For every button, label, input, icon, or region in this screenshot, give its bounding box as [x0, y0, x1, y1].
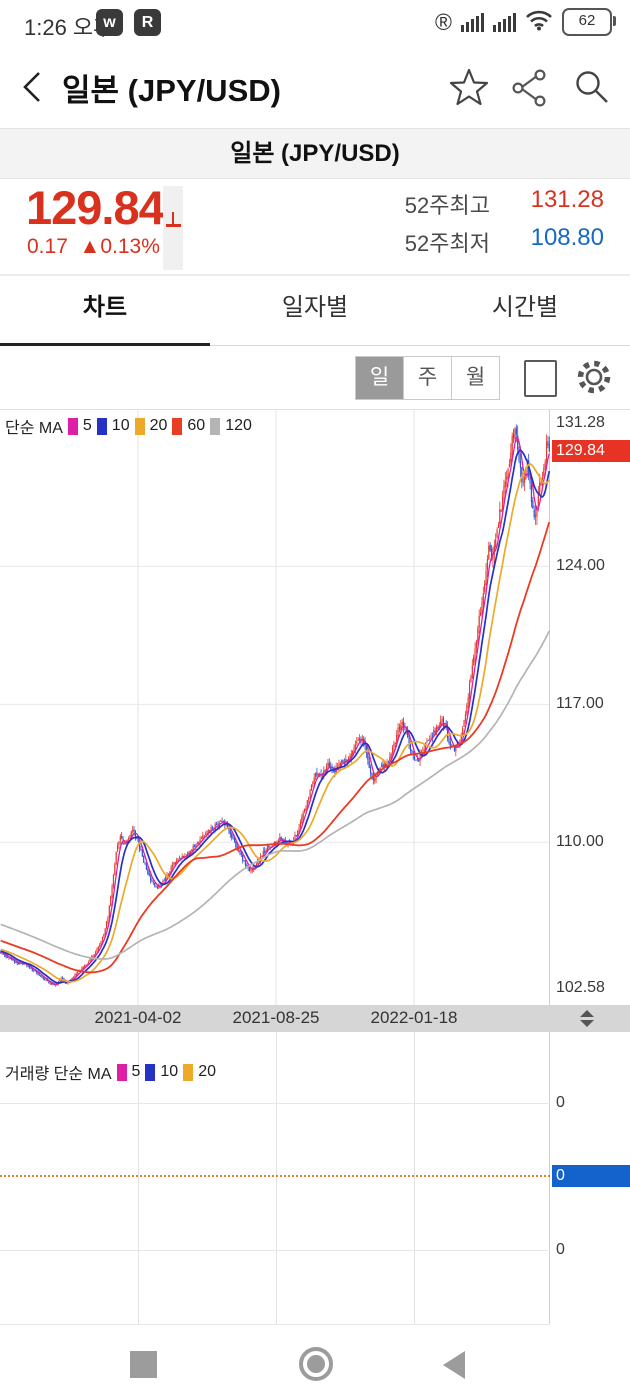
current-price-badge: 129.84 — [552, 440, 630, 462]
period-segmented-control: 일 주 월 — [355, 356, 500, 400]
recent-apps-button[interactable] — [130, 1351, 157, 1378]
ma10-swatch — [97, 418, 107, 435]
y-axis-label: 131.28 — [556, 414, 628, 432]
expand-collapse-arrows-icon[interactable] — [580, 1010, 594, 1027]
share-button[interactable] — [510, 69, 548, 112]
cell-signal-icon-1 — [461, 12, 484, 32]
week52-low-value: 108.80 — [494, 224, 604, 252]
cell-signal-icon-2 — [493, 12, 516, 32]
y-axis-label: 102.58 — [556, 979, 628, 997]
back-button[interactable] — [18, 69, 48, 110]
quote-panel: 129.84 0.17 ▲0.13% 52주최고 131.28 52주최저 10… — [0, 179, 630, 276]
back-nav-button[interactable] — [443, 1351, 465, 1379]
favorite-star-button[interactable] — [448, 67, 490, 112]
y-axis-label: 117.00 — [556, 695, 628, 713]
price-chart[interactable]: 단순 MA 5 10 20 60 120 131.28 124.00 117.0… — [0, 410, 630, 1005]
tab-hourly[interactable]: 시간별 — [420, 276, 630, 345]
tab-daily[interactable]: 일자별 — [210, 276, 420, 345]
battery-icon: 62 — [562, 8, 612, 36]
candlestick-plot — [0, 410, 630, 1005]
week52-low-label: 52주최저 — [330, 226, 490, 258]
instrument-subtitle: 일본 (JPY/USD) — [0, 129, 630, 179]
period-month-button[interactable]: 월 — [451, 357, 499, 399]
volume-zero-line — [0, 1175, 550, 1177]
app-header: 일본 (JPY/USD) — [0, 45, 630, 129]
volume-ma-legend: 거래량 단순 MA 5 10 20 — [5, 1060, 216, 1084]
vol-ma20-swatch — [183, 1064, 193, 1081]
status-bar: 1:26 오후 w R ® 62 — [0, 0, 630, 45]
gridline — [276, 1032, 277, 1325]
vol-ma10-swatch — [145, 1064, 155, 1081]
chart-settings-gear-button[interactable] — [574, 357, 614, 402]
vol-ma5-swatch — [117, 1064, 127, 1081]
gridline — [0, 1103, 550, 1104]
axis-line — [549, 1032, 550, 1325]
range-indicator-marker-bar — [166, 224, 181, 227]
volume-current-badge: 0 — [552, 1165, 630, 1187]
gridline — [414, 1032, 415, 1325]
ma120-swatch — [210, 418, 220, 435]
period-week-button[interactable]: 주 — [403, 357, 451, 399]
week52-high-value: 131.28 — [494, 186, 604, 214]
current-price: 129.84 — [26, 180, 164, 235]
volume-axis-label: 0 — [556, 1241, 628, 1259]
tab-bar: 차트 일자별 시간별 — [0, 276, 630, 346]
volume-axis-label: 0 — [556, 1094, 628, 1112]
y-axis-label: 124.00 — [556, 557, 628, 575]
gridline — [0, 1250, 550, 1251]
week52-high-label: 52주최고 — [330, 188, 490, 220]
ma5-swatch — [68, 418, 78, 435]
x-axis-date: 2021-08-25 — [206, 1008, 346, 1028]
page-title: 일본 (JPY/USD) — [62, 65, 281, 110]
home-button[interactable] — [299, 1347, 333, 1381]
notification-app-icon-r: R — [134, 9, 161, 36]
x-axis-date: 2021-04-02 — [68, 1008, 208, 1028]
app-screen: 1:26 오후 w R ® 62 — [0, 0, 630, 1400]
tab-chart[interactable]: 차트 — [0, 276, 210, 345]
search-button[interactable] — [572, 68, 610, 111]
period-day-button[interactable]: 일 — [356, 357, 403, 399]
wifi-icon — [525, 9, 553, 36]
price-change: 0.17 ▲0.13% — [27, 235, 160, 259]
ma-legend: 단순 MA 5 10 20 60 120 — [5, 414, 252, 438]
y-axis-label: 110.00 — [556, 833, 628, 851]
status-icons: ® 62 — [435, 8, 612, 36]
x-axis-date: 2022-01-18 — [344, 1008, 484, 1028]
notification-app-icon: w — [96, 9, 123, 36]
ma20-swatch — [135, 418, 145, 435]
volume-pane[interactable]: 거래량 단순 MA 5 10 20 0 0 0 — [0, 1032, 630, 1325]
range-indicator-track — [163, 186, 183, 270]
chart-toolbar: 일 주 월 — [0, 346, 630, 410]
ma60-swatch — [172, 418, 182, 435]
registered-mark-icon: ® — [435, 10, 452, 34]
android-nav-bar — [0, 1325, 630, 1400]
fullscreen-toggle-button[interactable] — [524, 360, 557, 397]
x-axis-date-bar: 2021-04-02 2021-08-25 2022-01-18 — [0, 1005, 630, 1032]
